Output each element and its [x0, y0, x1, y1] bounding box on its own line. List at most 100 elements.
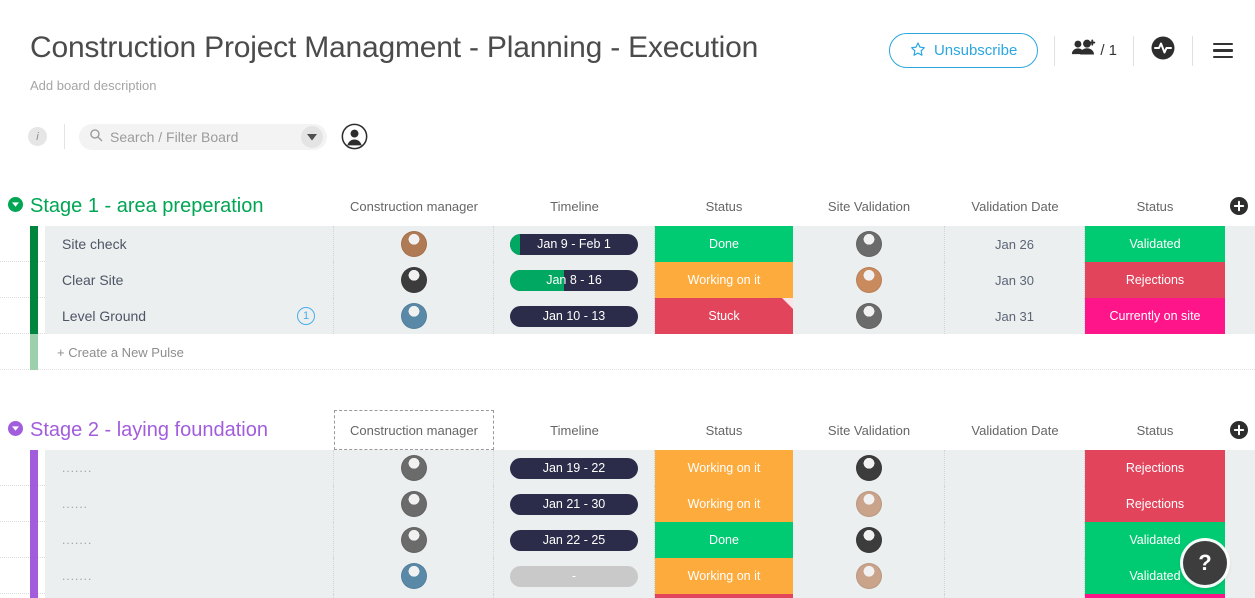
validation-date-cell[interactable]: Jan 30	[945, 262, 1085, 298]
chevron-down-icon[interactable]	[8, 197, 23, 212]
row-color-bar[interactable]	[30, 486, 38, 522]
pulse-name-cell[interactable]	[45, 594, 334, 598]
status-cell[interactable]: Working on it	[655, 558, 793, 594]
status-cell[interactable]: Working on it	[655, 450, 793, 486]
construction-manager-cell[interactable]	[334, 226, 494, 262]
construction-manager-cell[interactable]	[334, 594, 494, 598]
avatar[interactable]	[856, 231, 882, 257]
pulse-name-cell[interactable]: Level Ground1	[45, 298, 334, 334]
row-color-bar[interactable]	[30, 226, 38, 262]
timeline-cell[interactable]: Jan 19 - 22	[494, 450, 655, 486]
timeline-pill[interactable]: Jan 10 - 13	[510, 306, 638, 327]
row-color-bar[interactable]	[30, 262, 38, 298]
validation-date-cell[interactable]: Jan 26	[945, 226, 1085, 262]
timeline-cell[interactable]	[494, 594, 655, 598]
row-color-bar[interactable]	[30, 594, 38, 598]
construction-manager-cell[interactable]	[334, 558, 494, 594]
timeline-cell[interactable]: Jan 8 - 16	[494, 262, 655, 298]
validation-date-cell[interactable]: Jan 31	[945, 298, 1085, 334]
column-header-status[interactable]: Status	[1085, 186, 1225, 226]
add-column-button[interactable]	[1229, 196, 1249, 221]
column-header-status[interactable]: Status	[655, 410, 793, 450]
column-header-validation-date[interactable]: Validation Date	[945, 186, 1085, 226]
site-validation-cell[interactable]	[793, 522, 945, 558]
site-validation-cell[interactable]	[793, 558, 945, 594]
timeline-pill[interactable]: Jan 8 - 16	[510, 270, 638, 291]
info-icon[interactable]: i	[28, 127, 47, 146]
create-pulse-label[interactable]: + Create a New Pulse	[57, 334, 184, 370]
avatar[interactable]	[856, 267, 882, 293]
status-2-cell[interactable]	[1085, 594, 1225, 598]
avatar[interactable]	[401, 231, 427, 257]
pulse-name-cell[interactable]: .......	[45, 450, 334, 486]
timeline-cell[interactable]: Jan 21 - 30	[494, 486, 655, 522]
board-description[interactable]: Add board description	[30, 78, 156, 93]
avatar[interactable]	[401, 303, 427, 329]
status-cell[interactable]: Stuck	[655, 298, 793, 334]
timeline-cell[interactable]: Jan 10 - 13	[494, 298, 655, 334]
validation-date-cell[interactable]	[945, 594, 1085, 598]
status-cell[interactable]	[655, 594, 793, 598]
pulse-name-cell[interactable]: ......	[45, 486, 334, 522]
timeline-pill[interactable]: Jan 9 - Feb 1	[510, 234, 638, 255]
timeline-pill[interactable]: Jan 21 - 30	[510, 494, 638, 515]
row-color-bar[interactable]	[30, 298, 38, 334]
row-color-bar[interactable]	[30, 522, 38, 558]
timeline-cell[interactable]: Jan 9 - Feb 1	[494, 226, 655, 262]
create-pulse-row[interactable]: + Create a New Pulse	[0, 334, 1255, 370]
validation-date-cell[interactable]	[945, 522, 1085, 558]
status-cell[interactable]: Done	[655, 226, 793, 262]
row-color-bar[interactable]	[30, 450, 38, 486]
column-header-construction-manager[interactable]: Construction manager	[334, 410, 494, 450]
help-button[interactable]: ?	[1183, 541, 1227, 585]
pulse-name-cell[interactable]: .......	[45, 558, 334, 594]
avatar[interactable]	[401, 527, 427, 553]
pulse-name-cell[interactable]: Site check	[45, 226, 334, 262]
column-header-timeline[interactable]: Timeline	[494, 410, 655, 450]
construction-manager-cell[interactable]	[334, 486, 494, 522]
search-box[interactable]	[79, 124, 327, 150]
avatar[interactable]	[856, 563, 882, 589]
avatar[interactable]	[856, 455, 882, 481]
status-2-cell[interactable]: Currently on site	[1085, 298, 1225, 334]
activity-pulse-button[interactable]	[1150, 35, 1176, 66]
search-input[interactable]	[103, 129, 301, 145]
timeline-cell[interactable]: Jan 22 - 25	[494, 522, 655, 558]
updates-count-badge[interactable]: 1	[297, 307, 315, 325]
status-cell[interactable]: Working on it	[655, 486, 793, 522]
avatar[interactable]	[401, 267, 427, 293]
add-column-button[interactable]	[1229, 420, 1249, 445]
timeline-pill[interactable]: Jan 22 - 25	[510, 530, 638, 551]
avatar[interactable]	[401, 563, 427, 589]
status-2-cell[interactable]: Rejections	[1085, 450, 1225, 486]
site-validation-cell[interactable]	[793, 298, 945, 334]
site-validation-cell[interactable]	[793, 486, 945, 522]
timeline-pill[interactable]: -	[510, 566, 638, 587]
validation-date-cell[interactable]	[945, 486, 1085, 522]
row-color-bar[interactable]	[30, 558, 38, 594]
site-validation-cell[interactable]	[793, 226, 945, 262]
add-people-button[interactable]: / 1	[1071, 38, 1117, 63]
site-validation-cell[interactable]	[793, 594, 945, 598]
status-2-cell[interactable]: Rejections	[1085, 486, 1225, 522]
status-cell[interactable]: Done	[655, 522, 793, 558]
group-title[interactable]: Stage 1 - area preperation	[30, 186, 264, 226]
column-header-site-validation[interactable]: Site Validation	[793, 410, 945, 450]
site-validation-cell[interactable]	[793, 262, 945, 298]
validation-date-cell[interactable]	[945, 450, 1085, 486]
validation-date-cell[interactable]	[945, 558, 1085, 594]
construction-manager-cell[interactable]	[334, 262, 494, 298]
status-2-cell[interactable]: Validated	[1085, 226, 1225, 262]
avatar[interactable]	[856, 527, 882, 553]
avatar[interactable]	[856, 491, 882, 517]
site-validation-cell[interactable]	[793, 450, 945, 486]
column-header-site-validation[interactable]: Site Validation	[793, 186, 945, 226]
status-2-cell[interactable]: Rejections	[1085, 262, 1225, 298]
timeline-cell[interactable]: -	[494, 558, 655, 594]
column-header-status[interactable]: Status	[1085, 410, 1225, 450]
column-header-construction-manager[interactable]: Construction manager	[334, 186, 494, 226]
column-header-status[interactable]: Status	[655, 186, 793, 226]
group-title[interactable]: Stage 2 - laying foundation	[30, 410, 268, 450]
unsubscribe-button[interactable]: Unsubscribe	[889, 33, 1038, 68]
construction-manager-cell[interactable]	[334, 450, 494, 486]
